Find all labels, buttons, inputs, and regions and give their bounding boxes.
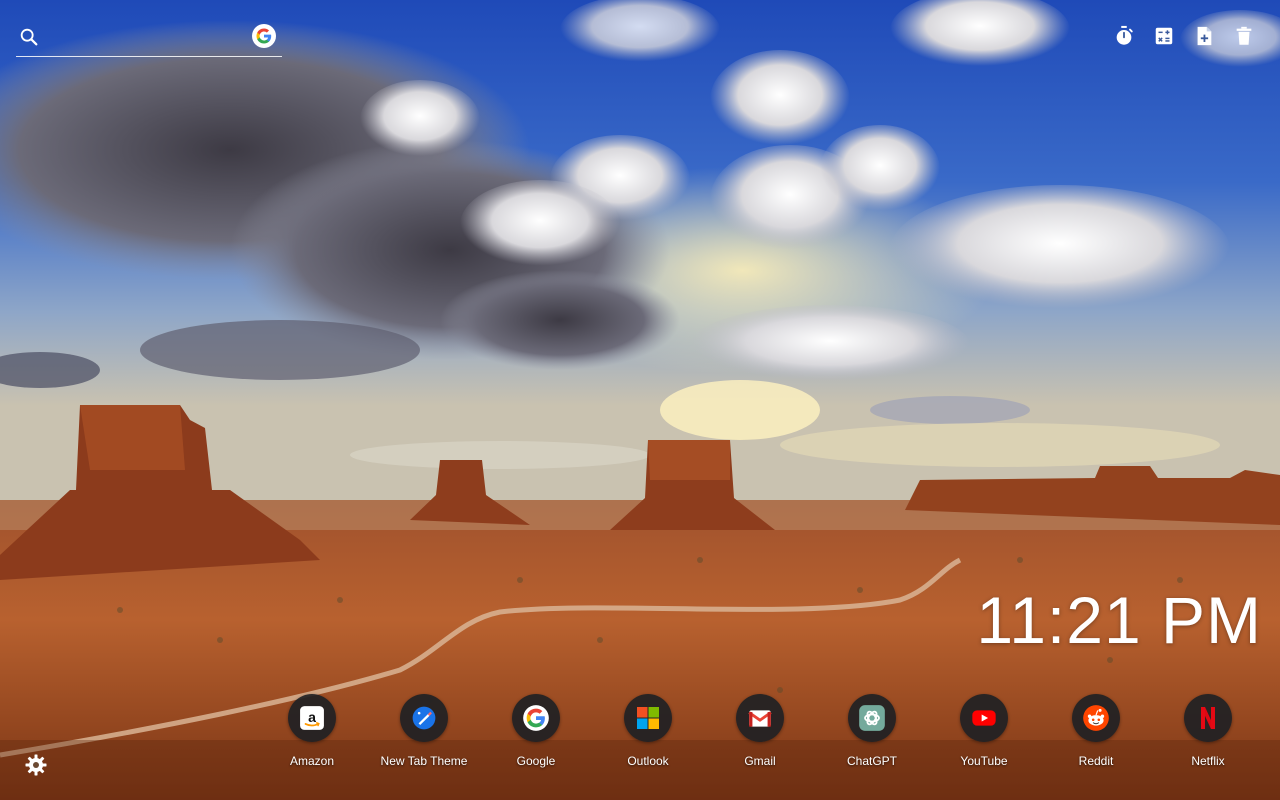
settings-button[interactable] xyxy=(24,753,48,777)
shortcut-tile xyxy=(1184,694,1232,742)
shortcut-reddit[interactable]: Reddit xyxy=(1040,694,1152,774)
shortcut-new-tab-theme[interactable]: New Tab Theme xyxy=(368,694,480,774)
add-note-icon xyxy=(1197,26,1212,46)
shortcut-chatgpt[interactable]: ChatGPT xyxy=(816,694,928,774)
shortcut-tile xyxy=(736,694,784,742)
shortcut-label: Amazon xyxy=(289,754,335,768)
search-engine-button[interactable] xyxy=(252,24,276,48)
shortcut-tile xyxy=(624,694,672,742)
shortcut-label: YouTube xyxy=(960,754,1008,768)
shortcut-outlook[interactable]: Outlook xyxy=(592,694,704,774)
trash-icon xyxy=(1236,26,1252,45)
chatgpt-icon xyxy=(859,705,885,731)
shortcuts-row: a Amazon New Tab Theme Google Outlook Gm… xyxy=(256,694,1264,774)
shortcut-tile: a xyxy=(288,694,336,742)
new-tab-theme-icon xyxy=(412,706,436,730)
add-note-button[interactable] xyxy=(1192,24,1216,48)
gmail-icon xyxy=(748,710,772,727)
shortcut-label: Netflix xyxy=(1191,754,1225,768)
shortcut-label: Reddit xyxy=(1078,754,1114,768)
reddit-icon xyxy=(1083,705,1109,731)
shortcut-tile xyxy=(400,694,448,742)
amazon-icon: a xyxy=(300,706,324,730)
shortcut-youtube[interactable]: YouTube xyxy=(928,694,1040,774)
shortcut-label: Outlook xyxy=(627,754,669,768)
calculator-button[interactable] xyxy=(1152,24,1176,48)
shortcut-label: ChatGPT xyxy=(846,754,897,768)
new-tab-page: 11:21 PM a Amazon New Tab Theme Google O… xyxy=(0,0,1280,800)
trash-button[interactable] xyxy=(1232,24,1256,48)
shortcut-label: Gmail xyxy=(744,754,776,768)
search-bar xyxy=(16,22,282,57)
timer-icon xyxy=(1116,25,1133,45)
shortcut-tile xyxy=(512,694,560,742)
calculator-icon xyxy=(1155,27,1173,45)
netflix-icon xyxy=(1201,707,1215,729)
outlook-icon xyxy=(637,707,659,729)
gear-icon xyxy=(25,754,47,776)
google-icon xyxy=(256,28,272,44)
clock: 11:21 PM xyxy=(976,583,1262,657)
shortcut-tile xyxy=(1072,694,1120,742)
shortcut-netflix[interactable]: Netflix xyxy=(1152,694,1264,774)
youtube-icon xyxy=(972,710,996,726)
shortcut-gmail[interactable]: Gmail xyxy=(704,694,816,774)
search-input[interactable] xyxy=(48,24,252,54)
shortcut-label: New Tab Theme xyxy=(380,754,468,768)
shortcut-google[interactable]: Google xyxy=(480,694,592,774)
svg-text:a: a xyxy=(308,709,316,725)
shortcut-tile xyxy=(960,694,1008,742)
landscape-wallpaper xyxy=(0,0,1280,800)
shortcut-tile xyxy=(848,694,896,742)
google-icon xyxy=(523,705,549,731)
shortcut-label: Google xyxy=(516,754,556,768)
search-icon xyxy=(20,28,38,46)
timer-button[interactable] xyxy=(1112,24,1136,48)
shortcut-amazon[interactable]: a Amazon xyxy=(256,694,368,774)
top-toolbar xyxy=(1112,24,1256,48)
